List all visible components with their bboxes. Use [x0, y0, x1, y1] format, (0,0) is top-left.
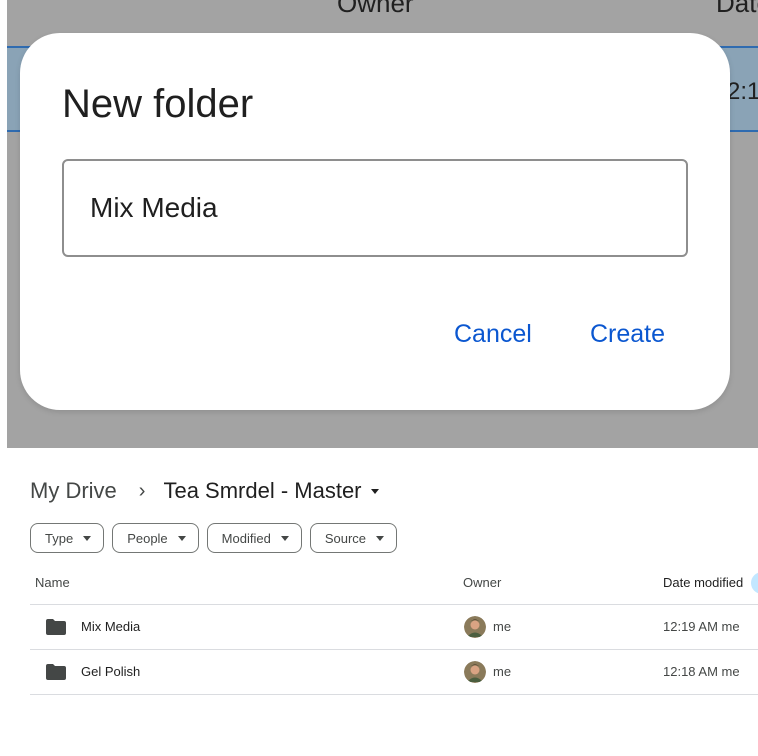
sort-direction-icon[interactable] — [751, 572, 758, 594]
dialog-title: New folder — [62, 82, 254, 126]
background-date-header: Date — [716, 0, 758, 18]
caret-down-icon — [376, 535, 385, 541]
breadcrumb-my-drive[interactable]: My Drive — [30, 478, 117, 504]
row-date-modified: 12:19 AM me — [663, 619, 740, 634]
row-date-modified: 12:18 AM me — [663, 664, 740, 679]
cancel-button[interactable]: Cancel — [454, 320, 532, 349]
chevron-right-icon: › — [138, 479, 146, 502]
folder-icon — [46, 664, 66, 680]
filter-people[interactable]: People — [112, 523, 199, 553]
avatar — [464, 616, 486, 638]
filter-type-label: Type — [45, 530, 74, 546]
caret-down-icon — [177, 535, 186, 541]
row-name: Gel Polish — [81, 664, 141, 679]
column-header-name[interactable]: Name — [35, 575, 70, 590]
table-row[interactable]: Gel Polish me 12:18 AM me — [30, 650, 758, 695]
table-header: Name Owner Date modified — [30, 567, 758, 605]
background-owner-header: Owner — [337, 0, 414, 18]
folder-icon — [46, 619, 66, 635]
background-selected-time: 2:18 — [727, 78, 758, 105]
row-owner: me — [493, 664, 512, 679]
row-owner: me — [493, 619, 512, 634]
folder-name-input[interactable] — [62, 159, 688, 257]
filter-source[interactable]: Source — [309, 523, 398, 553]
avatar — [464, 661, 486, 683]
filter-modified[interactable]: Modified — [206, 523, 302, 553]
table-row[interactable]: Mix Media me 12:19 AM me — [30, 605, 758, 650]
column-header-owner[interactable]: Owner — [463, 575, 501, 590]
new-folder-dialog: New folder Cancel Create — [20, 33, 730, 410]
breadcrumb: My Drive › Tea Smrdel - Master — [30, 476, 379, 506]
caret-down-icon — [370, 488, 379, 494]
caret-down-icon — [83, 535, 92, 541]
filter-source-label: Source — [324, 530, 367, 546]
zoomed-dialog-panel: Owner Date 2:18 New folder Cancel Create — [7, 0, 758, 448]
breadcrumb-current-label: Tea Smrdel - Master — [163, 478, 362, 503]
filter-chips: Type People Modified Source — [30, 523, 398, 553]
filter-modified-label: Modified — [221, 530, 271, 546]
row-name: Mix Media — [81, 619, 141, 634]
breadcrumb-current-folder[interactable]: Tea Smrdel - Master — [163, 478, 379, 504]
column-header-date-modified[interactable]: Date modified — [663, 575, 743, 590]
filter-people-label: People — [127, 530, 168, 546]
create-button[interactable]: Create — [590, 320, 665, 349]
caret-down-icon — [280, 535, 289, 541]
filter-type[interactable]: Type — [30, 523, 105, 553]
